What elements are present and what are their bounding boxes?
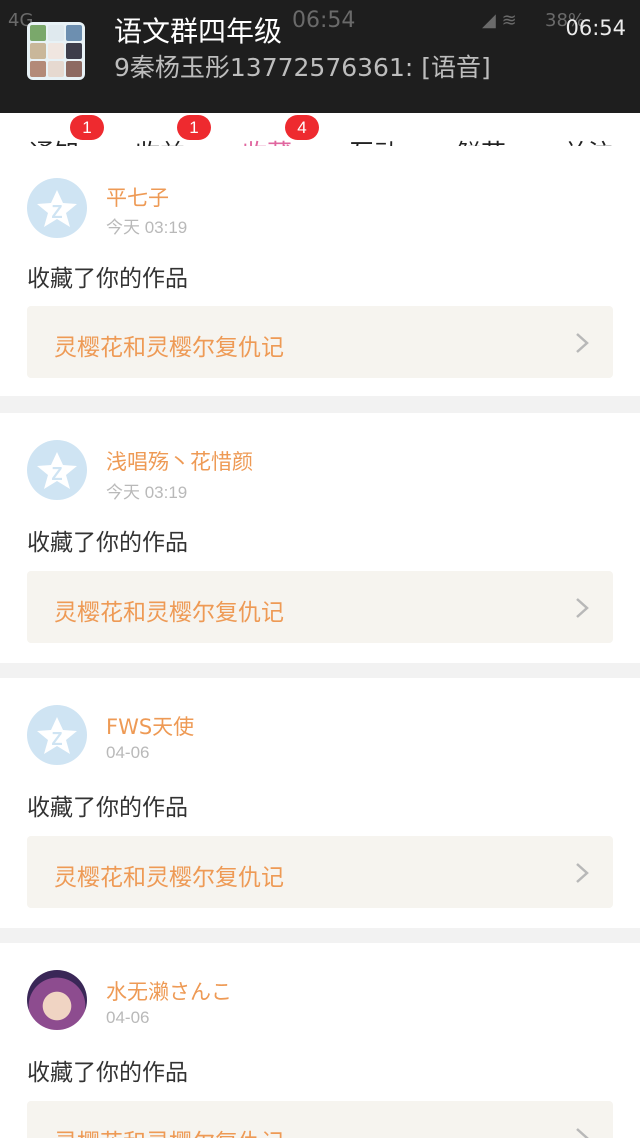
work-title: 灵樱花和灵樱尔复仇记 [54,335,284,361]
status-bar: 4G 06:54 ◢ ≋ 38% [0,0,640,42]
unread-badge: 4 [285,115,319,140]
avatar[interactable]: Z [27,178,87,238]
unread-badge: 1 [70,115,104,140]
username[interactable]: 浅唱殇丶花惜颜 [106,446,253,476]
list-item: Z 浅唱殇丶花惜颜 今天 03:19 收藏了你的作品 灵樱花和灵樱尔复仇记 [0,413,640,663]
notification-title: 语文群四年级 [114,15,283,48]
timestamp: 今天 03:19 [106,218,188,237]
work-title: 灵樱花和灵樱尔复仇记 [54,1123,284,1138]
work-title: 灵樱花和灵樱尔复仇记 [54,865,284,891]
action-text: 收藏了你的作品 [27,1060,188,1086]
chevron-right-icon [576,598,589,618]
list-item: Z FWS天使 04-06 收藏了你的作品 灵樱花和灵樱尔复仇记 [0,678,640,928]
timestamp: 04-06 [106,743,150,762]
avatar[interactable]: Z [27,705,87,765]
timestamp: 今天 03:19 [106,483,188,502]
timestamp: 04-06 [106,1008,150,1027]
default-avatar-icon: Z [37,717,77,754]
work-link[interactable]: 灵樱花和灵樱尔复仇记 [27,1101,613,1138]
username[interactable]: 平七子 [106,182,169,212]
chevron-right-icon [576,333,589,353]
work-title: 灵樱花和灵樱尔复仇记 [54,600,284,626]
work-link[interactable]: 灵樱花和灵樱尔复仇记 [27,836,613,908]
work-link[interactable]: 灵樱花和灵樱尔复仇记 [27,306,613,378]
list-item: Z 平七子 今天 03:19 收藏了你的作品 灵樱花和灵樱尔复仇记 [0,146,640,396]
svg-text:Z: Z [52,464,63,484]
avatar[interactable] [27,970,87,1030]
default-avatar-icon: Z [37,452,77,489]
group-avatar [27,22,85,80]
work-link[interactable]: 灵樱花和灵樱尔复仇记 [27,571,613,643]
list-item: 水无濑さんこ 04-06 收藏了你的作品 灵樱花和灵樱尔复仇记 [0,943,640,1138]
notification-message: 9秦杨玉彤13772576361: [语音] [114,53,491,82]
wifi-icon: ◢ ≋ [482,10,517,31]
svg-text:Z: Z [52,202,63,222]
action-text: 收藏了你的作品 [27,530,188,556]
unread-badge: 1 [177,115,211,140]
username[interactable]: 水无濑さんこ [106,976,232,1006]
avatar[interactable]: Z [27,440,87,500]
chevron-right-icon [576,863,589,883]
notification-banner[interactable]: 4G 06:54 ◢ ≋ 38% 语文群四年级 9秦杨玉彤13772576361… [0,0,640,113]
notification-time: 06:54 [565,16,626,40]
action-text: 收藏了你的作品 [27,266,188,292]
username[interactable]: FWS天使 [106,711,194,741]
action-text: 收藏了你的作品 [27,795,188,821]
default-avatar-icon: Z [37,190,77,227]
chevron-right-icon [576,1128,589,1138]
status-clock: 06:54 [292,8,356,33]
svg-text:Z: Z [52,729,63,749]
